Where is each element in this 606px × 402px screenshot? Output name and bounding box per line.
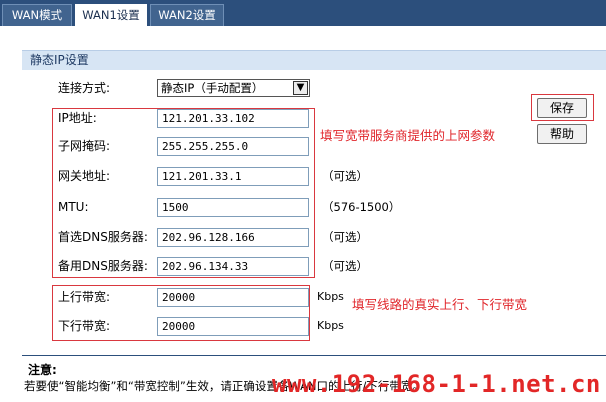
section-title: 静态IP设置	[22, 50, 606, 70]
tab-wan1-settings[interactable]: WAN1设置	[75, 4, 147, 27]
subnet-mask-input[interactable]: 255.255.255.0	[157, 137, 309, 156]
isp-params-annotation: 填写宽带服务商提供的上网参数	[320, 128, 496, 143]
mtu-label: MTU:	[58, 200, 89, 214]
gateway-label: 网关地址:	[58, 169, 111, 183]
connection-type-select[interactable]: 静态IP（手动配置） ▼	[157, 79, 310, 97]
upload-bandwidth-input[interactable]: 20000	[157, 288, 309, 307]
download-bandwidth-unit: Kbps	[317, 319, 344, 332]
secondary-dns-label: 备用DNS服务器:	[58, 259, 148, 273]
secondary-dns-input[interactable]: 202.96.134.33	[157, 257, 309, 276]
tab-wan-mode[interactable]: WAN模式	[2, 4, 72, 26]
isp-params-highlight	[52, 108, 315, 278]
upload-bandwidth-unit: Kbps	[317, 290, 344, 303]
tab-bar: WAN模式 WAN1设置 WAN2设置	[0, 0, 606, 27]
divider	[22, 355, 606, 356]
upload-bandwidth-label: 上行带宽:	[58, 290, 111, 304]
ip-address-label: IP地址:	[58, 111, 97, 125]
primary-dns-input[interactable]: 202.96.128.166	[157, 228, 309, 247]
download-bandwidth-input[interactable]: 20000	[157, 317, 309, 336]
primary-dns-label: 首选DNS服务器:	[58, 230, 148, 244]
save-button[interactable]: 保存	[537, 98, 587, 118]
tab-wan2-settings[interactable]: WAN2设置	[150, 4, 224, 26]
primary-dns-hint: （可选）	[322, 230, 368, 244]
note-title: 注意:	[28, 363, 57, 377]
gateway-hint: （可选）	[322, 169, 368, 183]
watermark: www.192-168-1-1.net.cn	[272, 370, 601, 398]
subnet-mask-label: 子网掩码:	[58, 139, 111, 153]
bandwidth-annotation: 填写线路的真实上行、下行带宽	[352, 297, 528, 312]
connection-type-value: 静态IP（手动配置）	[161, 81, 264, 95]
connection-type-label: 连接方式:	[58, 81, 111, 95]
mtu-input[interactable]: 1500	[157, 198, 309, 217]
help-button[interactable]: 帮助	[537, 124, 587, 144]
ip-address-input[interactable]: 121.201.33.102	[157, 109, 309, 128]
secondary-dns-hint: （可选）	[322, 259, 368, 273]
mtu-hint: （576-1500）	[322, 200, 401, 214]
gateway-input[interactable]: 121.201.33.1	[157, 167, 309, 186]
chevron-down-icon[interactable]: ▼	[293, 81, 308, 95]
download-bandwidth-label: 下行带宽:	[58, 319, 111, 333]
